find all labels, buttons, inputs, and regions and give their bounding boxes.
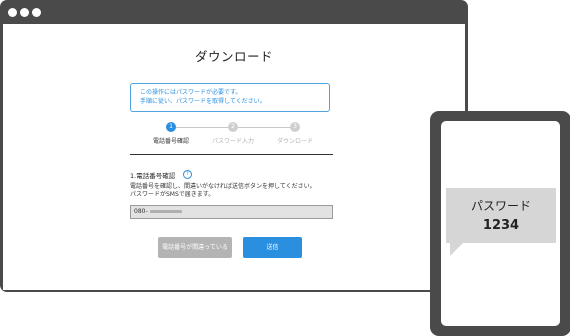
- bubble-tail: [450, 242, 464, 256]
- page-title: ダウンロード: [194, 49, 273, 64]
- phone-number-prefix: 080-: [134, 208, 148, 215]
- phone-number-field: 080-: [130, 205, 333, 219]
- wrong-number-button[interactable]: 電話番号が間違っている: [158, 237, 232, 258]
- browser-window: ダウンロード この操作にはパスワードが必要です。 手順に従い、パスワードを取得し…: [0, 0, 468, 292]
- info-notice: この操作にはパスワードが必要です。 手順に従い、パスワードを取得してください。: [130, 83, 330, 112]
- instruction-text: 電話番号を確認し、間違いがなければ送信ボタンを押してください。 パスワードがSM…: [130, 183, 316, 199]
- masked-number: [149, 210, 182, 213]
- step-2-indicator: 2: [228, 122, 238, 132]
- section-title: 1.電話番号確認: [130, 172, 176, 180]
- browser-titlebar: [0, 0, 468, 24]
- instruction-line: パスワードがSMSで届きます。: [130, 191, 215, 198]
- step-1-indicator: 1: [166, 122, 176, 132]
- help-icon[interactable]: ?: [183, 170, 192, 179]
- window-dot-icon: [8, 8, 17, 17]
- step-connector: [176, 127, 228, 128]
- sms-password: 1234: [482, 218, 520, 233]
- send-button[interactable]: 送信: [243, 237, 302, 258]
- instruction-line: 電話番号を確認し、間違いがなければ送信ボタンを押してください。: [130, 183, 316, 190]
- step-2-label: パスワード入力: [211, 138, 255, 145]
- step-3-indicator: 3: [290, 122, 300, 132]
- step-connector: [238, 127, 290, 128]
- notice-line: この操作にはパスワードが必要です。: [140, 89, 242, 96]
- window-dot-icon: [32, 8, 41, 17]
- notice-line: 手順に従い、パスワードを取得してください。: [140, 98, 266, 105]
- sms-label: パスワード: [470, 199, 531, 213]
- window-dot-icon: [20, 8, 29, 17]
- step-1-label: 電話番号確認: [152, 138, 190, 145]
- section-divider: [130, 154, 333, 155]
- page-content: ダウンロード この操作にはパスワードが必要です。 手順に従い、パスワードを取得し…: [3, 24, 465, 290]
- step-3-label: ダウンロード: [276, 138, 314, 145]
- progress-stepper: 1 2 3 電話番号確認 パスワード入力 ダウンロード: [133, 122, 333, 162]
